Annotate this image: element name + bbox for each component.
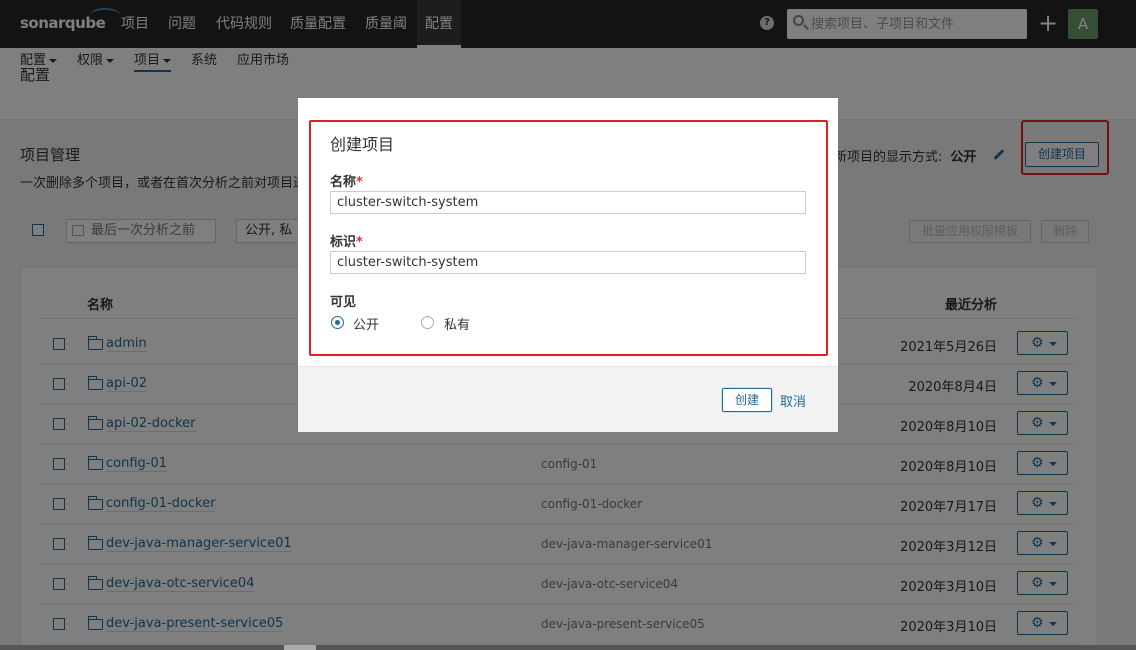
scrollbar-thumb[interactable] bbox=[284, 645, 316, 650]
highlight-box bbox=[309, 120, 828, 356]
create-button[interactable]: 创建 bbox=[722, 388, 772, 412]
cancel-link[interactable]: 取消 bbox=[780, 391, 806, 410]
horizontal-scrollbar[interactable] bbox=[0, 645, 1136, 650]
